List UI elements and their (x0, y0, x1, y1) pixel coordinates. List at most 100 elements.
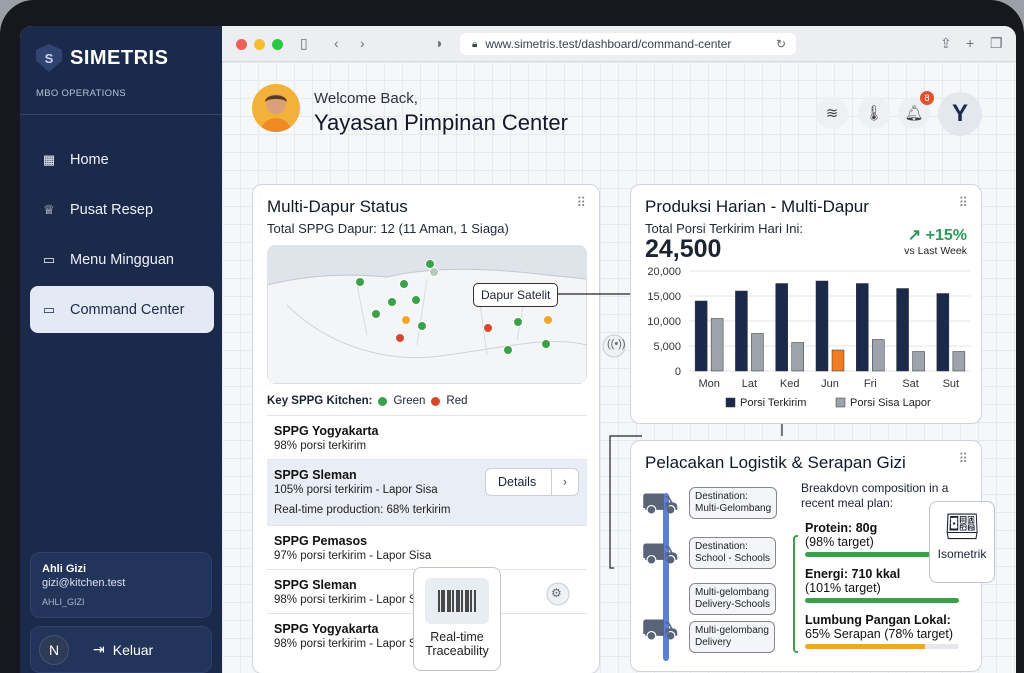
barcode-icon (425, 578, 489, 624)
bar-terkirim[interactable] (936, 293, 950, 372)
legend-swatch (835, 397, 846, 408)
bar-sisa[interactable] (831, 349, 845, 372)
trend-up-icon: ↗ (907, 227, 926, 244)
bar-terkirim[interactable] (856, 283, 869, 372)
tag-line: Destination: (695, 491, 748, 502)
tag-line: Multi-gelombang (695, 587, 769, 598)
bar-terkirim[interactable] (775, 283, 788, 372)
x-tick-label: Jun (821, 378, 839, 390)
trend-indicator: ↗ +15% vs Last Week (904, 225, 967, 257)
delivery-tag[interactable]: Destination: Multi-Gelombang (689, 487, 778, 519)
x-tick-label: Mon (698, 378, 719, 390)
screen: S SIMETRIS MBO OPERATIONS ▦ Home ♕ Pusat R… (20, 26, 1016, 673)
tablet-frame: S SIMETRIS MBO OPERATIONS ▦ Home ♕ Pusat R… (0, 0, 1024, 673)
truck-icon[interactable]: ⛟ (641, 537, 679, 575)
nutrient-title: Lumbung Pangan Lokal: (805, 613, 951, 627)
card-subtitle: Total Porsi Terkirim Hari Ini: (645, 221, 803, 236)
bar-terkirim[interactable] (694, 300, 708, 372)
tag-line: Delivery (695, 637, 732, 648)
bar-sisa[interactable] (751, 333, 764, 372)
shield-logo-icon: S (36, 44, 62, 72)
y-tick-label: 5,000 (653, 341, 681, 353)
lock-icon: 🔒︎ (472, 38, 478, 50)
address-bar[interactable]: 🔒︎ www.simetris.test/dashboard/command-ce… (460, 33, 796, 55)
bar-sisa[interactable] (791, 342, 804, 372)
tag-line: Delivery-Schools (695, 599, 771, 610)
traceability-label-2: Traceability (425, 644, 489, 658)
bar-terkirim[interactable] (815, 280, 829, 372)
y-tick-label: 0 (675, 366, 681, 378)
sidebar-item-pusat-resep[interactable]: ♕ Pusat Resep (30, 186, 214, 233)
sidebar-item-home[interactable]: ▦ Home (30, 136, 214, 183)
truck-icon[interactable]: ⛟ (641, 613, 679, 651)
nutrient-bracket (793, 535, 798, 653)
delivery-tag[interactable]: Multi-gelombang Delivery-Schools (689, 583, 777, 615)
produksi-harian-card: ⠿ Produksi Harian - Multi-Dapur Total Po… (630, 184, 982, 424)
trend-value: +15% (925, 227, 967, 244)
nutrient-title: Energi: 710 kkal (805, 567, 901, 581)
user-card[interactable]: Ahli Gizi gizi@kitchen.test AHLI_GIZI (30, 552, 212, 618)
drag-handle-icon[interactable]: ⠿ (958, 452, 967, 465)
sidebar-item-label: Menu Mingguan (70, 251, 174, 268)
nutrient-progress-bar (805, 644, 959, 649)
nutrient-title: Protein: 80g (805, 521, 878, 535)
sidebar-toggle-icon[interactable]: ▯ (300, 35, 308, 52)
x-tick-label: Ked (780, 378, 800, 390)
bar-sisa[interactable] (912, 351, 925, 372)
user-email: gizi@kitchen.test (42, 577, 126, 589)
traceability-label-1: Real-time (430, 630, 484, 644)
maximize-window-button[interactable] (272, 39, 283, 50)
trend-note: vs Last Week (904, 245, 967, 257)
card-title: Produksi Harian - Multi-Dapur (645, 197, 869, 216)
browser-toolbar: ▯ ‹ › ◑ 🔒︎ www.simetris.test/dashboard/co… (222, 26, 1016, 62)
forward-icon[interactable]: › (360, 35, 365, 51)
production-bar-chart[interactable]: 0 5,000 10,000 15,000 20,000 Mon Lat Ked Jun Fri S… (631, 265, 983, 425)
brand-subtitle: MBO OPERATIONS (36, 88, 127, 99)
x-tick-label: Sut (943, 378, 960, 390)
share-icon[interactable]: ⇪ (940, 35, 952, 52)
traceability-badge[interactable]: Real-time Traceability (413, 567, 501, 671)
bar-sisa[interactable] (872, 339, 885, 372)
sidebar-item-command-center[interactable]: ▭ Command Center (30, 286, 214, 333)
isometric-view-button[interactable]: 🍱︎ Isometrik (929, 501, 995, 583)
logout-label: Keluar (112, 641, 154, 658)
delivery-tag[interactable]: Destination: School - Schools (689, 537, 777, 569)
back-icon[interactable]: ‹ (334, 35, 339, 51)
tag-line: Multi-Gelombang (695, 503, 772, 514)
shield-icon[interactable]: ◑ (434, 35, 442, 51)
nutrient-progress-bar (805, 598, 959, 603)
avatar: N (39, 634, 69, 665)
logout-button[interactable]: N ⇥ Keluar (30, 626, 212, 673)
nutrient-sub: (101% target) (805, 581, 881, 595)
close-window-button[interactable] (236, 39, 247, 50)
user-role: AHLI_GIZI (42, 597, 85, 607)
logout-icon: ⇥ (93, 641, 105, 657)
minimize-window-button[interactable] (254, 39, 265, 50)
x-tick-label: Lat (742, 378, 757, 390)
sidebar-item-menu-mingguan[interactable]: ▭ Menu Mingguan (30, 236, 214, 283)
delivery-tag[interactable]: Multi-gelombang Delivery (689, 621, 775, 653)
legend-label: Porsi Terkirim (740, 397, 806, 409)
tag-line: Multi-gelombang (695, 625, 769, 636)
bar-sisa[interactable] (952, 351, 966, 372)
y-tick-label: 15,000 (647, 291, 681, 303)
y-tick-label: 20,000 (647, 266, 681, 278)
chef-hat-icon: ♕ (43, 201, 55, 217)
bar-sisa[interactable] (710, 318, 724, 372)
sidebar-divider (20, 114, 222, 115)
nutrient-sub: 65% Serapan (78% target) (805, 627, 954, 641)
url-text: www.simetris.test/dashboard/command-cent… (485, 37, 732, 51)
sidebar-item-label: Pusat Resep (70, 201, 154, 218)
reload-icon[interactable]: ↻ (776, 37, 786, 51)
tabs-overview-icon[interactable]: ❐ (990, 35, 1003, 52)
card-title: Pelacakan Logistik & Serapan Gizi (645, 453, 906, 472)
nutrient-lumbung: Lumbung Pangan Lokal: 65% Serapan (78% ta… (805, 613, 971, 649)
drag-handle-icon[interactable]: ⠿ (958, 196, 967, 209)
truck-icon[interactable]: ⛟ (641, 487, 679, 525)
brand-logo[interactable]: S SIMETRIS (36, 44, 168, 72)
new-tab-icon[interactable]: + (966, 35, 974, 51)
y-tick-label: 10,000 (647, 316, 681, 328)
total-portions: 24,500 (645, 235, 722, 263)
bar-terkirim[interactable] (896, 288, 909, 372)
bar-terkirim[interactable] (735, 290, 748, 372)
